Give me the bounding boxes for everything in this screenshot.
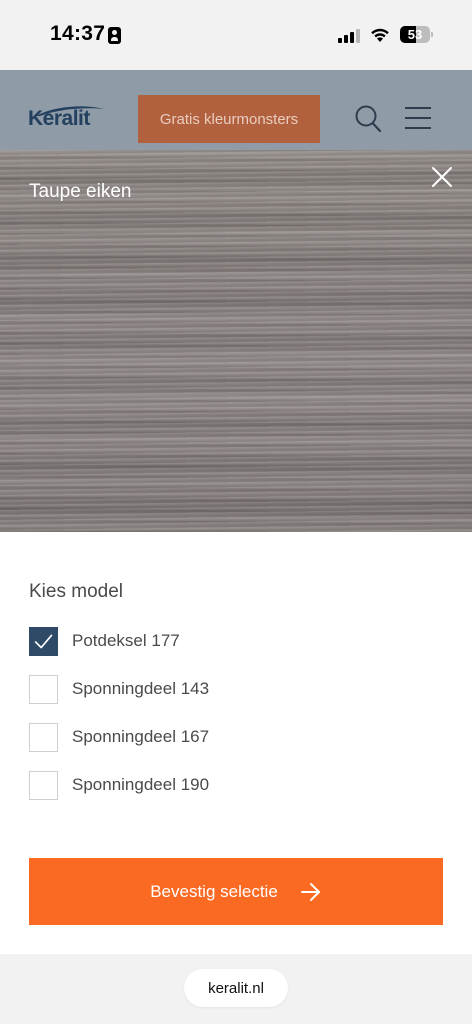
confirm-selection-button[interactable]: Bevestig selectie xyxy=(29,858,443,925)
checkbox[interactable] xyxy=(29,771,58,800)
close-icon[interactable] xyxy=(430,165,454,189)
option-label: Potdeksel 177 xyxy=(72,631,180,650)
url-bar[interactable]: keralit.nl xyxy=(184,969,288,1007)
confirm-label: Bevestig selectie xyxy=(150,881,278,901)
logo-text: Keralit xyxy=(28,107,90,130)
panel-title: Kies model xyxy=(29,581,123,602)
status-time: 14:37 xyxy=(50,22,106,45)
contact-card-icon xyxy=(108,27,121,44)
battery-icon: 53 xyxy=(400,26,433,43)
checkmark-icon xyxy=(34,634,53,649)
free-samples-button[interactable]: Gratis kleurmonsters xyxy=(138,95,320,143)
keralit-logo[interactable]: Keralit xyxy=(28,105,108,137)
wifi-icon xyxy=(371,28,389,42)
option-sponningdeel-190[interactable]: Sponningdeel 190 xyxy=(29,771,329,801)
option-sponningdeel-143[interactable]: Sponningdeel 143 xyxy=(29,675,329,705)
checkbox[interactable] xyxy=(29,675,58,704)
hamburger-menu-icon[interactable] xyxy=(405,106,431,130)
option-label: Sponningdeel 167 xyxy=(72,727,210,746)
color-swatch-image xyxy=(0,150,472,532)
status-bar: 14:37 53 xyxy=(0,0,472,70)
option-label: Sponningdeel 190 xyxy=(72,775,210,794)
option-potdeksel-177[interactable]: Potdeksel 177 xyxy=(29,627,329,657)
checkbox[interactable] xyxy=(29,723,58,752)
option-label: Sponningdeel 143 xyxy=(72,679,210,698)
arrow-right-icon xyxy=(300,882,320,901)
cellular-signal-icon xyxy=(338,28,360,43)
checkbox[interactable] xyxy=(29,627,58,656)
battery-percentage: 53 xyxy=(407,27,423,42)
option-sponningdeel-167[interactable]: Sponningdeel 167 xyxy=(29,723,329,753)
swatch-title: Taupe eiken xyxy=(29,181,132,202)
search-icon[interactable] xyxy=(354,104,382,134)
